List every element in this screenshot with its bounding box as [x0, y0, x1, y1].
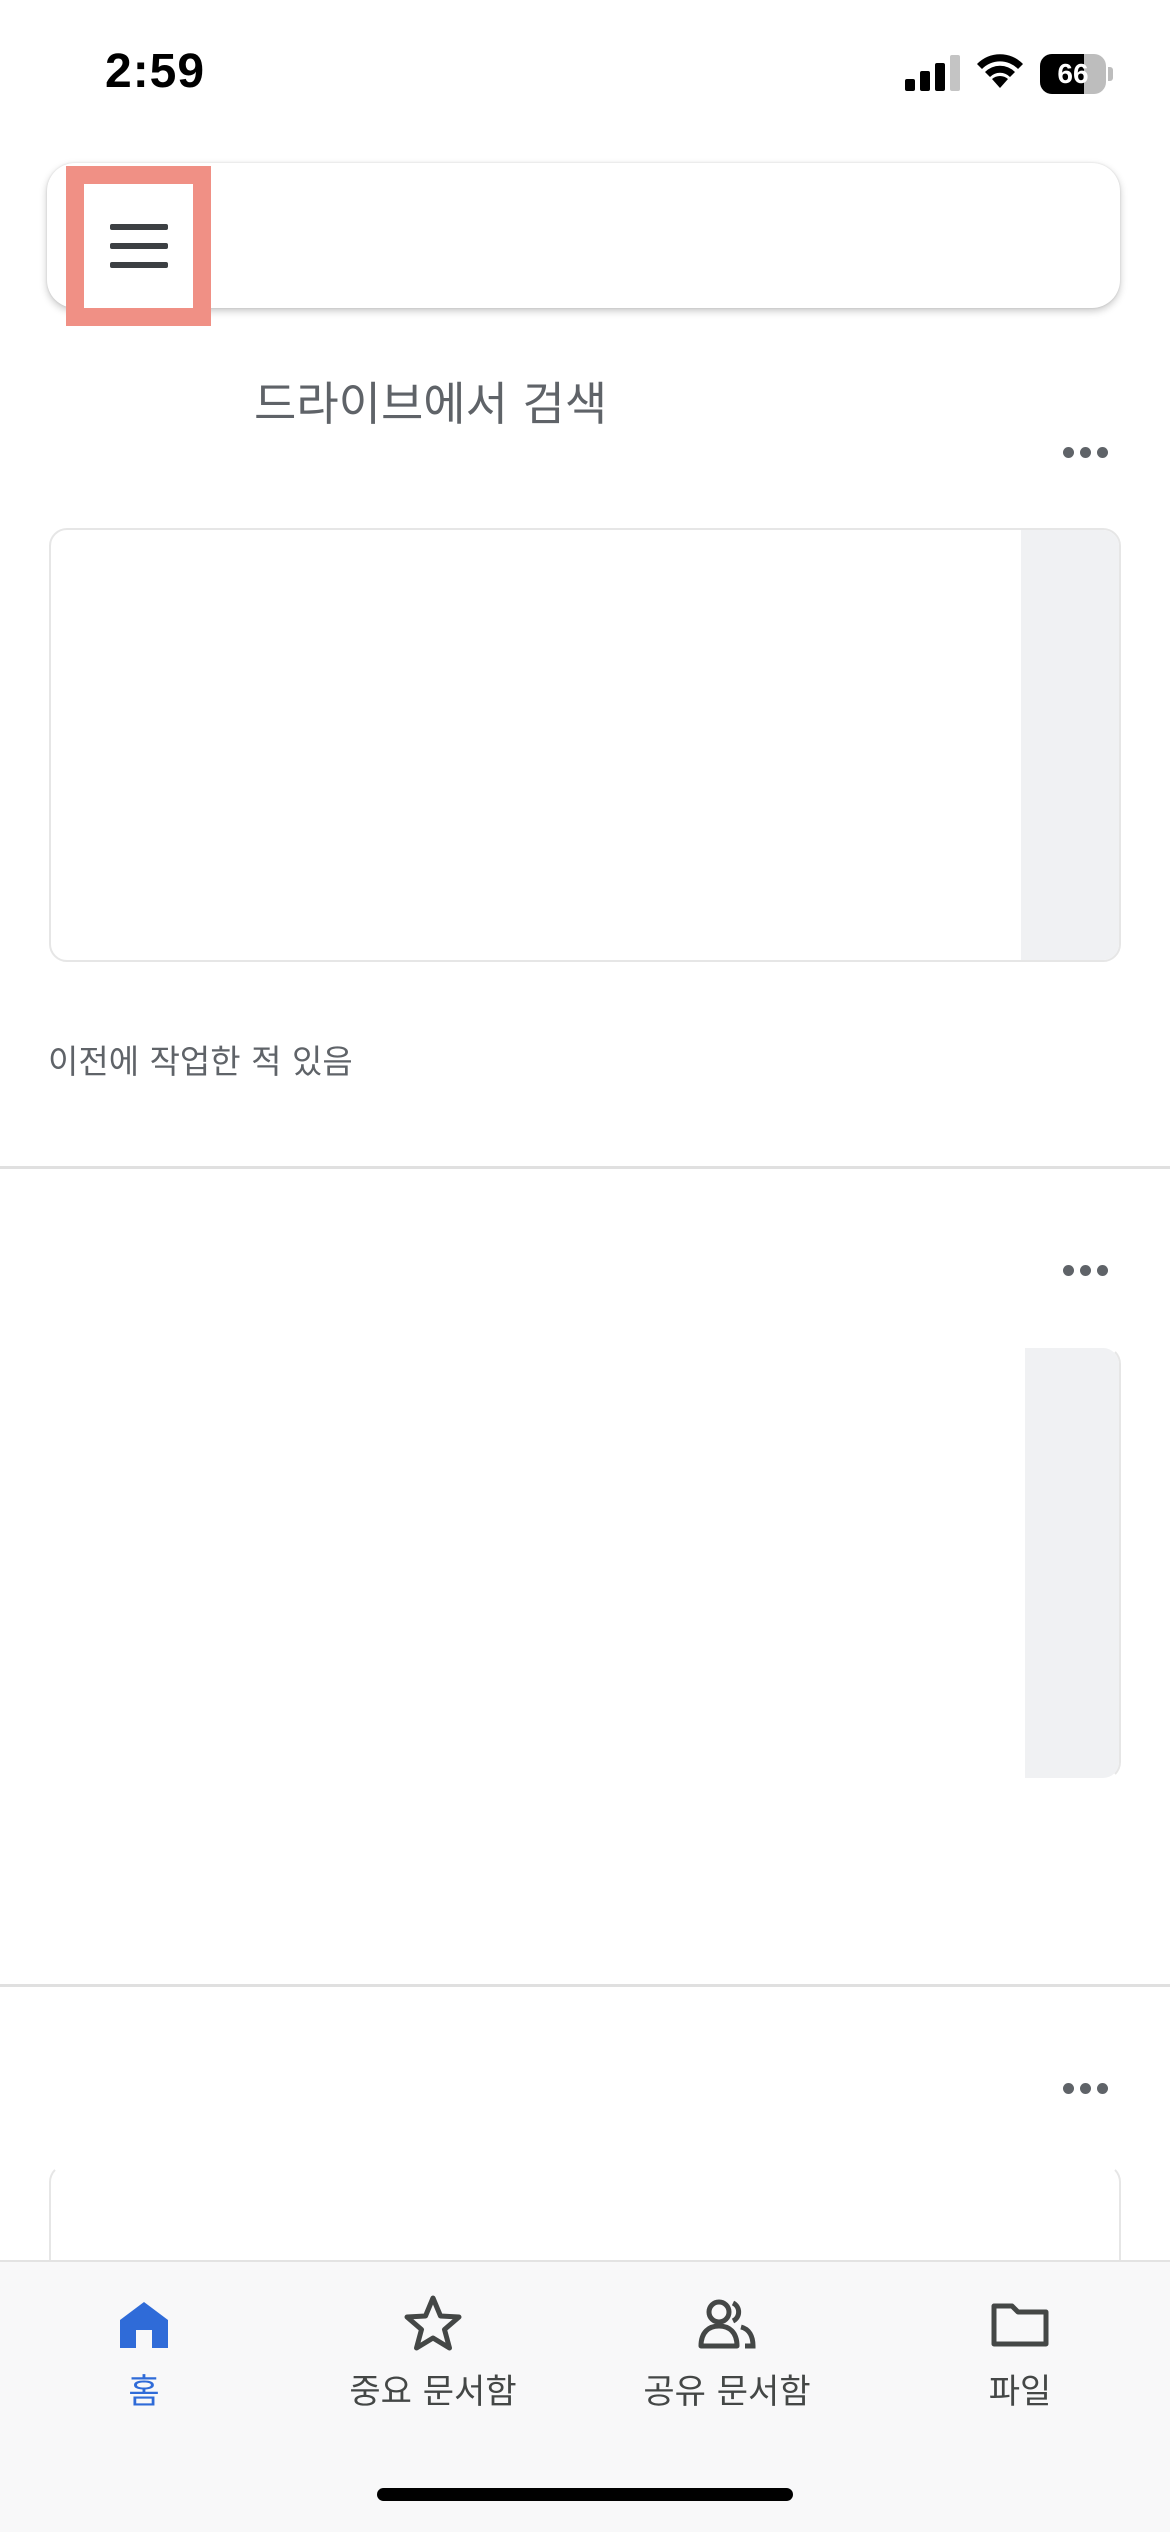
more-horizontal-icon: [1062, 2082, 1074, 2094]
battery-icon: 66: [1040, 54, 1113, 94]
home-icon: [120, 2302, 168, 2348]
status-bar: 2:59 66: [0, 0, 1170, 150]
nav-files[interactable]: 파일: [890, 2292, 1150, 2442]
card-more-button[interactable]: [1050, 1250, 1120, 1290]
card-more-button[interactable]: [1050, 432, 1120, 472]
more-horizontal-icon: [1062, 446, 1074, 458]
folder-icon: [991, 2303, 1049, 2347]
hamburger-menu-icon[interactable]: [109, 224, 168, 268]
divider: [0, 1166, 1170, 1169]
nav-label-home: 홈: [128, 2372, 160, 2412]
file-thumbnail[interactable]: [49, 528, 1121, 962]
status-time: 2:59: [105, 45, 206, 98]
menu-button[interactable]: [84, 184, 193, 308]
home-indicator: [377, 2488, 793, 2501]
nav-label-starred: 중요 문서함: [349, 2372, 517, 2412]
nav-label-files: 파일: [988, 2372, 1052, 2412]
nav-shared[interactable]: 공유 문서함: [597, 2292, 857, 2442]
cellular-signal-icon: [905, 55, 960, 91]
star-icon: [404, 2295, 462, 2351]
wifi-icon: [977, 54, 1023, 88]
card-caption: 이전에 작업한 적 있음: [48, 1042, 353, 1081]
file-thumbnail[interactable]: [49, 1346, 1121, 1780]
divider: [0, 1984, 1170, 1987]
card-more-button[interactable]: [1050, 2068, 1120, 2108]
more-horizontal-icon: [1062, 1264, 1074, 1276]
nav-label-shared: 공유 문서함: [643, 2372, 811, 2412]
search-placeholder[interactable]: 드라이브에서 검색: [254, 368, 607, 434]
nav-home[interactable]: 홈: [14, 2292, 274, 2442]
battery-percent: 66: [1057, 58, 1089, 89]
people-icon: [698, 2299, 756, 2349]
nav-starred[interactable]: 중요 문서함: [303, 2292, 563, 2442]
